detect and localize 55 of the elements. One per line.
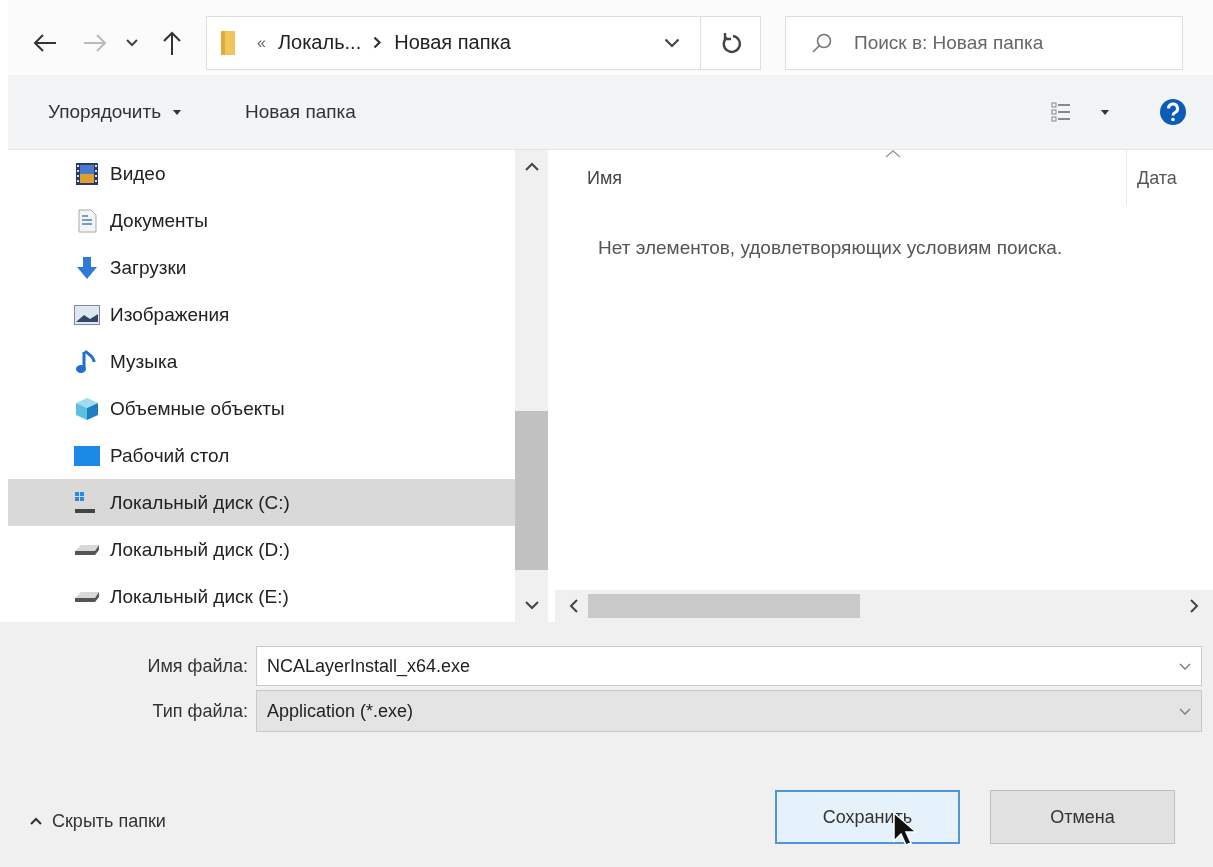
image-icon bbox=[74, 304, 100, 325]
drive-icon bbox=[74, 542, 100, 557]
chevron-right-icon bbox=[373, 36, 383, 49]
file-type-dropdown[interactable]: Application (*.exe) bbox=[256, 690, 1202, 732]
address-bar[interactable]: « Локаль... Новая папка bbox=[206, 15, 701, 70]
caret-icon[interactable] bbox=[1101, 109, 1109, 115]
sidebar-item[interactable]: Загрузки bbox=[8, 244, 515, 291]
refresh-button[interactable] bbox=[701, 15, 761, 70]
cube-icon bbox=[74, 396, 100, 421]
drive-icon bbox=[74, 589, 100, 604]
chevron-down-icon bbox=[1179, 707, 1191, 715]
breadcrumb-overflow[interactable]: « bbox=[257, 33, 266, 52]
chevron-down-icon[interactable] bbox=[126, 38, 138, 47]
up-arrow-icon[interactable] bbox=[162, 29, 182, 56]
help-icon[interactable] bbox=[1159, 98, 1187, 126]
back-arrow-icon[interactable] bbox=[32, 32, 58, 53]
sidebar-item[interactable]: Музыка bbox=[8, 338, 515, 385]
field-label: Тип файла: bbox=[151, 700, 249, 722]
file-name-field[interactable]: NCALayerInstall_x64.exe bbox=[256, 646, 1202, 686]
sidebar-item[interactable]: Видео bbox=[8, 150, 515, 197]
folder-icon bbox=[221, 29, 235, 56]
view-options-icon[interactable] bbox=[1051, 102, 1071, 122]
breadcrumb[interactable]: Новая папка bbox=[394, 31, 511, 54]
chevron-down-icon[interactable] bbox=[664, 37, 680, 48]
sidebar-item[interactable]: Изображения bbox=[8, 291, 515, 338]
search-field[interactable]: Поиск в: Новая папка bbox=[785, 15, 1183, 70]
sort-caret-icon bbox=[885, 150, 901, 158]
new-folder-button[interactable]: Новая папка bbox=[235, 93, 366, 131]
hide-folders-button[interactable]: Скрыть папки bbox=[8, 804, 188, 838]
sidebar-item[interactable]: Рабочий стол bbox=[8, 432, 515, 479]
scroll-right-icon[interactable] bbox=[1190, 599, 1199, 613]
vertical-scrollbar[interactable] bbox=[515, 150, 548, 622]
cancel-button[interactable]: Отмена bbox=[990, 790, 1175, 844]
sidebar-item[interactable]: Локальный диск (C:) bbox=[8, 479, 515, 526]
sidebar-item[interactable]: Объемные объекты bbox=[8, 385, 515, 432]
organize-menu-button[interactable]: Упорядочить bbox=[38, 93, 192, 131]
sidebar-item[interactable]: Документы bbox=[8, 197, 515, 244]
chevron-down-icon bbox=[1179, 662, 1191, 670]
download-arrow-icon bbox=[74, 255, 100, 280]
desktop-icon bbox=[74, 445, 100, 466]
empty-message: Нет элементов, удовлетворяющих условиям поиска. bbox=[598, 237, 1064, 260]
scroll-left-icon[interactable] bbox=[569, 599, 578, 613]
caret-icon bbox=[173, 109, 182, 115]
film-icon bbox=[74, 161, 100, 186]
chevron-up-icon bbox=[30, 817, 42, 825]
sidebar-item[interactable]: Локальный диск (D:) bbox=[8, 526, 515, 573]
column-header[interactable]: Дата bbox=[1127, 150, 1177, 205]
scroll-up-icon[interactable] bbox=[524, 162, 539, 171]
refresh-icon bbox=[720, 31, 741, 54]
column-header[interactable]: Имя bbox=[555, 150, 1127, 205]
field-label: Имя файла: bbox=[146, 655, 249, 677]
breadcrumb[interactable]: Локаль... bbox=[277, 31, 362, 54]
horizontal-scrollbar[interactable] bbox=[555, 590, 1213, 622]
scroll-down-icon[interactable] bbox=[524, 601, 539, 610]
sidebar-item[interactable]: Локальный диск (E:) bbox=[8, 573, 515, 620]
